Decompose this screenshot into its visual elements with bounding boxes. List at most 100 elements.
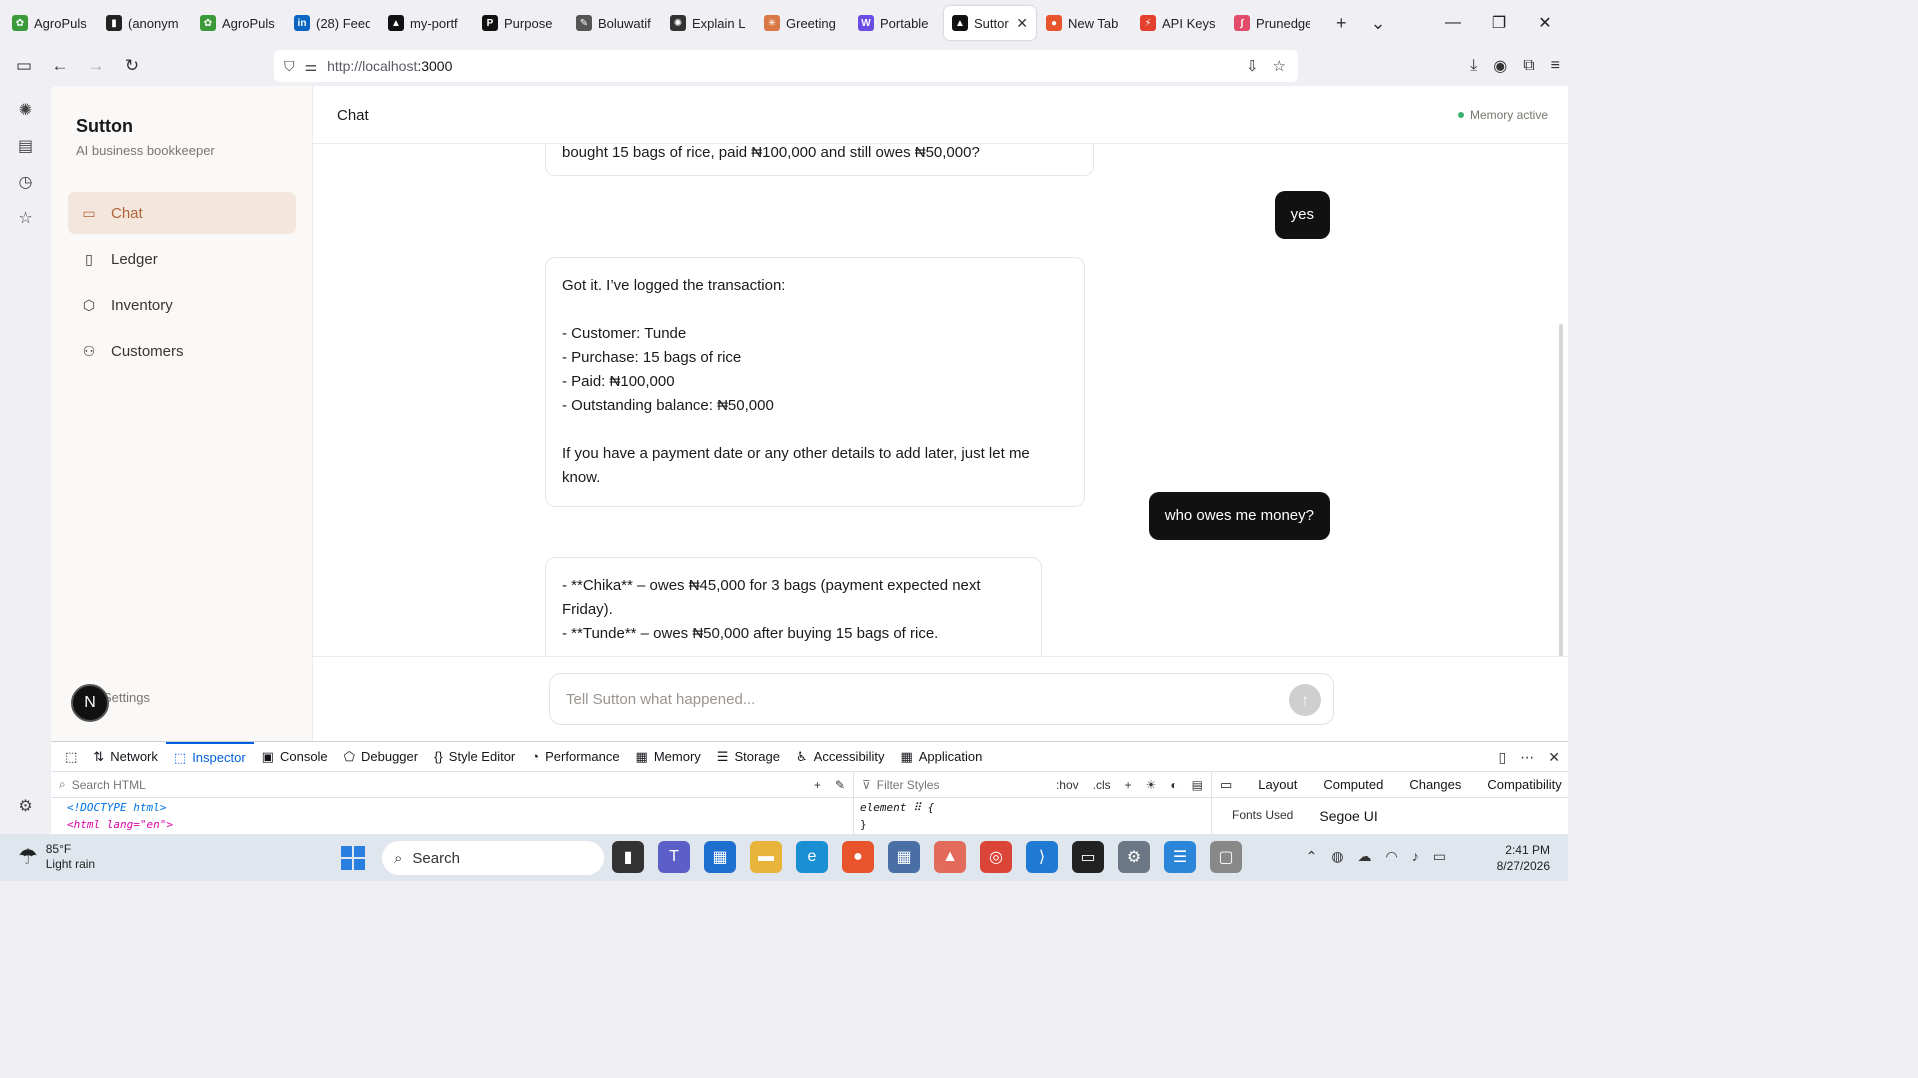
devtools-tab-network[interactable]: ⇅ Network [85, 742, 166, 772]
bookmarks-icon[interactable]: ☆ [0, 200, 51, 236]
send-button[interactable]: ↑ [1289, 684, 1321, 716]
security-icon[interactable]: ◍ [1331, 848, 1343, 865]
url-text[interactable]: http://localhost:3000 [327, 58, 452, 74]
dock-icon[interactable]: ▯ [1499, 749, 1507, 766]
nav-item-customers[interactable]: ⚇ Customers [68, 330, 296, 372]
sidebar-toggle-icon[interactable]: ▭ [6, 50, 42, 82]
browser-tab[interactable]: ✺ Explain L [662, 6, 754, 40]
bookmark-star-icon[interactable]: ☆ [1273, 57, 1286, 75]
url-bar[interactable]: ⛉ ⚌ http://localhost:3000 ⇩ ☆ [274, 50, 1298, 82]
browser-tab[interactable]: ⚡ API Keys [1132, 6, 1224, 40]
thread-scrollbar[interactable] [1559, 324, 1563, 656]
browser-tab[interactable]: ✳ Greeting [756, 6, 848, 40]
terminal-icon[interactable]: ▭ [1072, 841, 1104, 873]
wifi-icon[interactable]: ◠ [1386, 848, 1398, 865]
dark-scheme-icon[interactable]: ◐ [1170, 778, 1177, 792]
print-media-icon[interactable]: ▤ [1192, 778, 1203, 792]
html-line[interactable]: <html lang="en"> [51, 815, 853, 832]
close-window-icon[interactable]: ✕ [1522, 13, 1568, 33]
save-page-icon[interactable]: ⇩ [1246, 57, 1259, 75]
reload-icon[interactable]: ↻ [114, 50, 150, 82]
ai-chatbot-icon[interactable]: ✺ [0, 92, 51, 128]
edge-icon[interactable]: e [796, 841, 828, 873]
browser-tab[interactable]: P Purpose [474, 6, 566, 40]
message-input[interactable] [566, 690, 1266, 708]
close-tab-icon[interactable]: ✕ [1016, 15, 1028, 32]
teams-icon[interactable]: T [658, 841, 690, 873]
forward-icon[interactable]: → [78, 50, 114, 82]
browser-tab[interactable]: in (28) Feed [286, 6, 378, 40]
devtools-tab-memory[interactable]: ▦ Memory [628, 742, 709, 772]
downloads-icon[interactable]: ⤓ [1470, 57, 1477, 75]
layout-tab-changes[interactable]: Changes [1409, 777, 1461, 792]
tab-list-chevron-icon[interactable]: ⌄ [1371, 13, 1386, 34]
hov-toggle[interactable]: :hov [1056, 778, 1079, 792]
toggle-pane-icon[interactable]: ▭ [1220, 777, 1232, 793]
settings-link[interactable]: Settings [103, 690, 150, 705]
html-line[interactable]: <!DOCTYPE html> [51, 798, 853, 815]
devtools-tab-application[interactable]: ▦ Application [892, 742, 990, 772]
layout-tab-layout[interactable]: Layout [1258, 777, 1297, 792]
store-icon[interactable]: ▦ [704, 841, 736, 873]
browser-tab[interactable]: ▲ Suttor ✕ [944, 6, 1036, 40]
browser-tab[interactable]: W Portable [850, 6, 942, 40]
close-devtools-icon[interactable]: ✕ [1548, 749, 1560, 766]
chrome-icon[interactable]: ◎ [980, 841, 1012, 873]
weather-widget[interactable]: ☂ 85°F Light rain [18, 842, 95, 872]
page-settings-icon[interactable]: ⚌ [305, 58, 318, 75]
devtools-tab-accessibility[interactable]: ♿ Accessibility [788, 742, 892, 772]
layout-tab-compatibility[interactable]: Compatibility [1487, 777, 1561, 792]
notepad-icon[interactable]: ☰ [1164, 841, 1196, 873]
history-icon[interactable]: ◷ [0, 164, 51, 200]
minimize-icon[interactable]: — [1430, 14, 1476, 32]
taskbar-search[interactable]: ⌕ Search [382, 841, 604, 875]
chevron-up-icon[interactable]: ⌃ [1306, 848, 1318, 865]
devtools-tab-console[interactable]: ▣ Console [254, 742, 336, 772]
browser-tab[interactable]: ∫ Prunedge [1226, 6, 1318, 40]
browser-tab[interactable]: ✎ Boluwatif [568, 6, 660, 40]
browser-tab[interactable]: ▮ (anonym [98, 6, 190, 40]
browser-tab[interactable]: ▲ my-portf [380, 6, 472, 40]
nav-item-chat[interactable]: ▭ Chat [68, 192, 296, 234]
account-icon[interactable]: ◉ [1493, 56, 1507, 76]
vscode-icon[interactable]: ⟩ [1026, 841, 1058, 873]
firefox-icon[interactable]: ● [842, 841, 874, 873]
onedrive-cloud-icon[interactable]: ☁ [1358, 848, 1372, 865]
system-clock[interactable]: 2:41 PM 8/27/2026 [1497, 842, 1550, 874]
app-icon[interactable]: ▢ [1210, 841, 1242, 873]
customize-sidebar-gear-icon[interactable]: ⚙ [0, 788, 51, 824]
add-node-icon[interactable]: + [814, 778, 821, 792]
browser-tab[interactable]: ✿ AgroPuls [4, 6, 96, 40]
browser-tab[interactable]: ✿ AgroPuls [192, 6, 284, 40]
more-options-icon[interactable]: ⋯ [1520, 749, 1534, 766]
layout-tab-computed[interactable]: Computed [1323, 777, 1383, 792]
start-button[interactable] [341, 846, 365, 870]
avatar[interactable]: N [71, 684, 109, 722]
css-rule-line[interactable]: element ⠿ { [854, 798, 1211, 815]
shield-icon[interactable]: ⛉ [284, 58, 295, 75]
devtools-tab-debugger[interactable]: ⬠ Debugger [336, 742, 426, 772]
eyedropper-icon[interactable]: ✎ [835, 778, 845, 792]
menu-icon[interactable]: ≡ [1551, 57, 1560, 75]
add-rule-icon[interactable]: + [1125, 778, 1132, 792]
photos-icon[interactable]: ▲ [934, 841, 966, 873]
volume-icon[interactable]: ♪ [1412, 848, 1419, 865]
calculator-icon[interactable]: ▦ [888, 841, 920, 873]
search-html-input[interactable] [71, 777, 672, 792]
synced-tabs-icon[interactable]: ▤ [0, 128, 51, 164]
restore-icon[interactable]: ❐ [1476, 13, 1522, 33]
extensions-icon[interactable]: ⧉ [1523, 57, 1534, 75]
browser-tab[interactable]: ● New Tab [1038, 6, 1130, 40]
back-icon[interactable]: ← [42, 50, 78, 82]
nav-item-inventory[interactable]: ⬡ Inventory [68, 284, 296, 326]
devtools-tab-inspector[interactable]: ⬚ Inspector [165, 741, 254, 772]
cls-toggle[interactable]: .cls [1093, 778, 1111, 792]
devtools-tab-storage[interactable]: ☰ Storage [709, 742, 788, 772]
light-scheme-icon[interactable]: ☀ [1146, 778, 1157, 792]
element-picker-icon[interactable]: ⬚ [57, 742, 85, 772]
devtools-tab-style-editor[interactable]: {} Style Editor [426, 742, 523, 772]
filter-styles-input[interactable] [876, 777, 1027, 792]
task-view-icon[interactable]: ▮ [612, 841, 644, 873]
file-explorer-icon[interactable]: ▬ [750, 841, 782, 873]
nav-item-ledger[interactable]: ▯ Ledger [68, 238, 296, 280]
